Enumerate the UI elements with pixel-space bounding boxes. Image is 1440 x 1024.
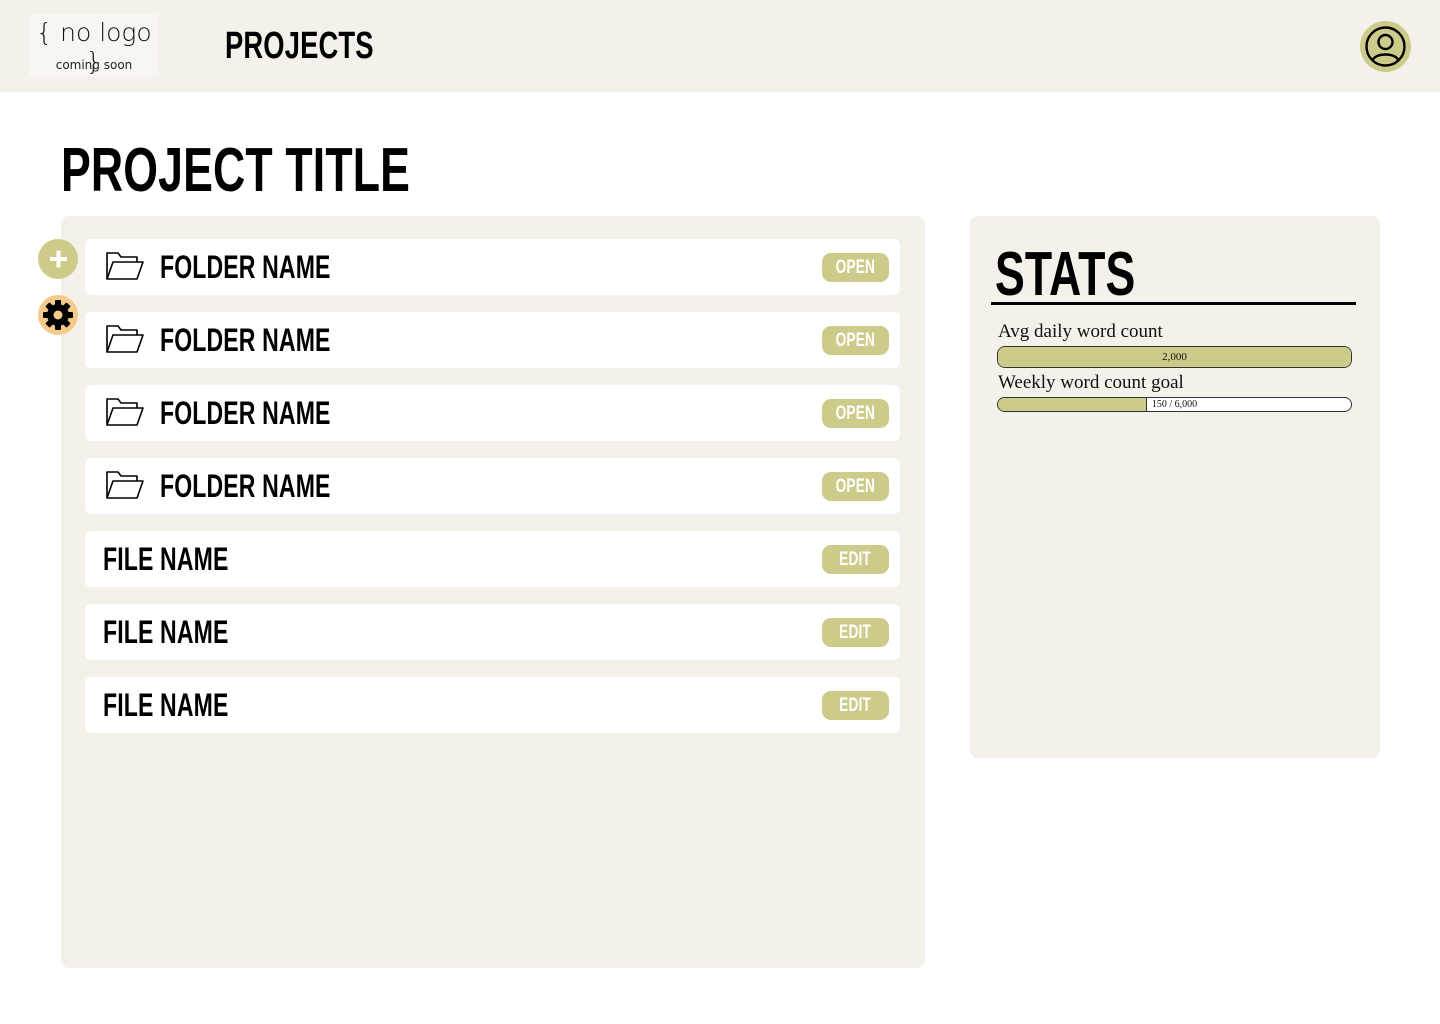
edit-button[interactable]: EDIT xyxy=(822,618,889,647)
open-button[interactable]: OPEN xyxy=(822,472,889,501)
folder-row[interactable]: FOLDER NAME OPEN xyxy=(85,458,900,514)
folder-row[interactable]: FOLDER NAME OPEN xyxy=(85,385,900,441)
user-circle-icon xyxy=(1365,26,1406,67)
page-title-text: PROJECT TITLE xyxy=(61,136,411,205)
folder-name: FOLDER NAME xyxy=(160,395,331,431)
add-button[interactable] xyxy=(38,239,78,279)
logo[interactable]: { no logo } coming soon xyxy=(29,14,159,77)
folder-icon xyxy=(106,252,144,280)
folder-name: FOLDER NAME xyxy=(160,468,331,504)
profile-button[interactable] xyxy=(1360,21,1411,72)
page-title: PROJECT TITLE xyxy=(61,138,546,204)
open-button[interactable]: OPEN xyxy=(822,399,889,428)
folder-name: FOLDER NAME xyxy=(160,249,331,285)
stats-title: STATS xyxy=(995,240,1136,309)
file-row[interactable]: FILE NAME EDIT xyxy=(85,531,900,587)
avg-daily-label: Avg daily word count xyxy=(998,321,1163,342)
folder-icon xyxy=(106,471,144,499)
open-button[interactable]: OPEN xyxy=(822,326,889,355)
edit-button[interactable]: EDIT xyxy=(822,545,889,574)
logo-subtext: coming soon xyxy=(55,58,133,72)
plus-icon xyxy=(50,250,67,268)
stats-panel: STATS Avg daily word count 2,000 Weekly … xyxy=(970,216,1380,758)
gear-icon xyxy=(43,300,73,330)
edit-button[interactable]: EDIT xyxy=(822,691,889,720)
file-row[interactable]: FILE NAME EDIT xyxy=(85,604,900,660)
folder-name: FOLDER NAME xyxy=(160,322,331,358)
weekly-goal-label: Weekly word count goal xyxy=(998,372,1184,393)
folder-icon xyxy=(106,325,144,353)
avg-daily-value: 2,000 xyxy=(1162,351,1187,363)
weekly-goal-bar: 150 / 6,000 xyxy=(997,397,1352,412)
folder-icon xyxy=(106,398,144,426)
settings-button[interactable] xyxy=(38,295,78,335)
open-button[interactable]: OPEN xyxy=(822,253,889,282)
file-name: FILE NAME xyxy=(103,541,229,577)
weekly-goal-value: 150 / 6,000 xyxy=(1151,399,1198,410)
folder-row[interactable]: FOLDER NAME OPEN xyxy=(85,312,900,368)
nav-projects-label: PROJECTS xyxy=(225,25,374,67)
avg-daily-bar: 2,000 xyxy=(997,346,1352,368)
stats-divider xyxy=(991,302,1356,305)
file-name: FILE NAME xyxy=(103,614,229,650)
top-bar: { no logo } coming soon PROJECTS xyxy=(0,0,1440,92)
nav-projects-link[interactable]: PROJECTS xyxy=(225,24,431,68)
file-name: FILE NAME xyxy=(103,687,229,723)
file-row[interactable]: FILE NAME EDIT xyxy=(85,677,900,733)
folder-row[interactable]: FOLDER NAME OPEN xyxy=(85,239,900,295)
